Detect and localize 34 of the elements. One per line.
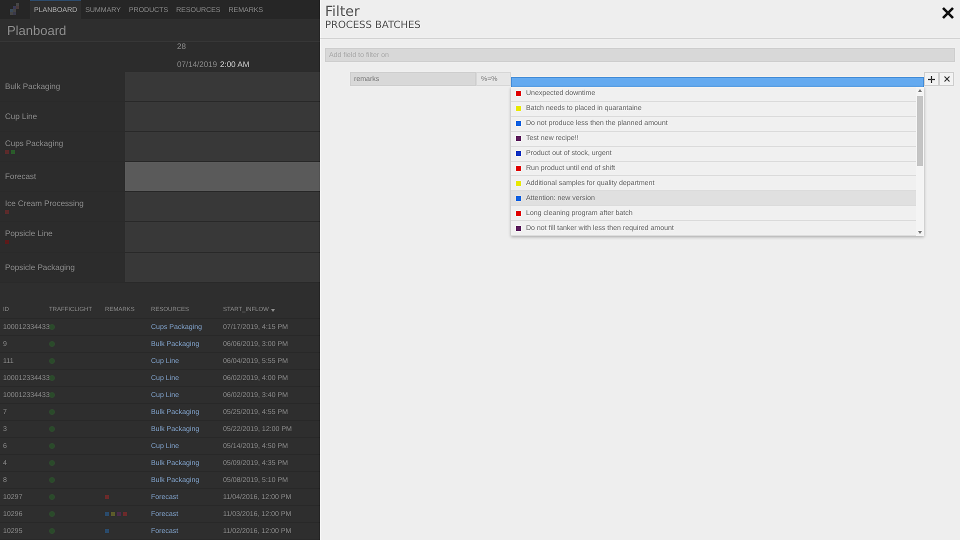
resource-name: Popsicle Line (5, 229, 54, 238)
traffic-light-icon (49, 477, 55, 484)
panel-title: Filter (325, 4, 361, 20)
add-condition-button[interactable] (924, 72, 939, 86)
close-button[interactable] (941, 6, 955, 20)
scroll-up-arrow-icon[interactable] (918, 89, 922, 92)
close-icon (944, 76, 950, 82)
resource-name: Bulk Packaging (5, 82, 62, 91)
scroll-down-arrow-icon[interactable] (918, 231, 922, 234)
traffic-light-icon (49, 494, 55, 500)
resource-name: Forecast (5, 172, 38, 182)
timeline-time: 2:00 AM (220, 60, 250, 69)
traffic-light-icon (49, 460, 55, 466)
traffic-light-icon (49, 443, 55, 450)
resource-name: Cup Line (5, 112, 38, 121)
traffic-light-icon (49, 426, 55, 432)
traffic-light-icon (49, 528, 55, 534)
traffic-light-icon (49, 511, 55, 518)
plus-icon (928, 76, 935, 82)
timeline-day: 28 (177, 42, 320, 51)
traffic-light-icon (49, 358, 55, 364)
traffic-light-icon (49, 375, 55, 382)
traffic-light-icon (49, 392, 55, 398)
remove-condition-button[interactable] (939, 72, 954, 86)
traffic-light-icon (49, 409, 55, 416)
resource-name: Ice Cream Processing (5, 199, 85, 208)
resource-name: Popsicle Packaging (5, 262, 76, 272)
resource-name: Cups Packaging (5, 139, 64, 148)
sort-caret-icon (270, 308, 275, 312)
timeline-date: 07/14/2019 (177, 60, 218, 69)
traffic-light-icon (49, 341, 55, 348)
panel-subtitle: PROCESS BATCHES (325, 20, 421, 31)
traffic-light-icon (49, 324, 55, 330)
scrollbar[interactable] (916, 87, 924, 236)
